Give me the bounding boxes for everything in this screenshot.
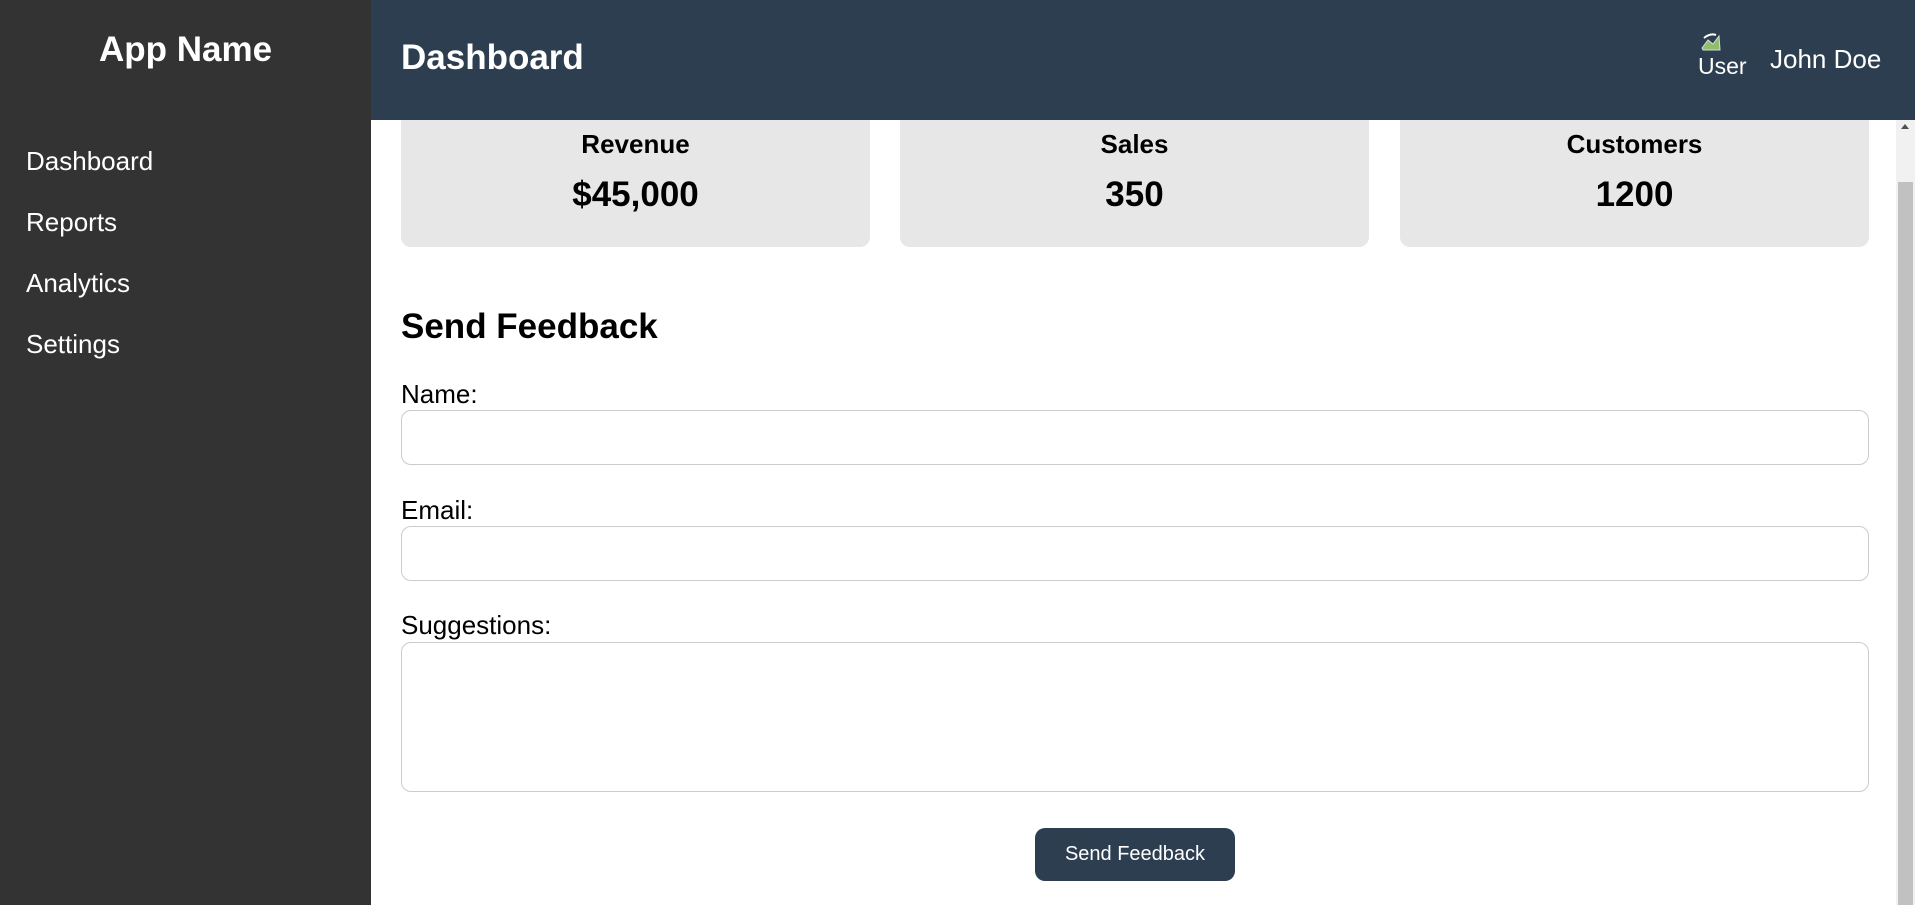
stat-label: Customers — [1566, 129, 1703, 159]
sidebar-item-dashboard[interactable]: Dashboard — [26, 140, 153, 201]
stat-card-customers: Customers 1200 — [1400, 120, 1869, 247]
app-name: App Name — [98, 30, 273, 69]
sidebar-item-reports[interactable]: Reports — [26, 201, 153, 262]
top-header: Dashboard User John Doe — [371, 0, 1915, 120]
sidebar-nav: Dashboard Reports Analytics Settings — [26, 140, 153, 384]
name-label: Name: — [401, 379, 478, 409]
avatar[interactable]: User — [1695, 32, 1751, 84]
sidebar-item-settings[interactable]: Settings — [26, 323, 153, 384]
send-feedback-button[interactable]: Send Feedback — [1035, 828, 1235, 881]
suggestions-label: Suggestions: — [401, 610, 552, 640]
page-title: Dashboard — [401, 38, 584, 77]
user-name[interactable]: John Doe — [1770, 44, 1881, 75]
main-scrollbar[interactable] — [1896, 120, 1915, 905]
stat-value: 350 — [1105, 175, 1164, 214]
stat-card-sales: Sales 350 — [900, 120, 1369, 247]
broken-image-icon — [1701, 33, 1721, 51]
avatar-alt-text: User — [1698, 53, 1747, 79]
main-content: Revenue $45,000 Sales 350 Customers 1200… — [371, 120, 1896, 905]
stat-label: Revenue — [581, 129, 690, 159]
stat-label: Sales — [1100, 129, 1169, 159]
scroll-thumb[interactable] — [1898, 182, 1913, 905]
suggestions-field[interactable] — [401, 642, 1869, 792]
stat-card-revenue: Revenue $45,000 — [401, 120, 870, 247]
sidebar-item-analytics[interactable]: Analytics — [26, 262, 153, 323]
email-field[interactable] — [401, 526, 1869, 581]
scroll-up-arrow-icon[interactable] — [1901, 124, 1909, 129]
name-field[interactable] — [401, 410, 1869, 465]
stat-value: $45,000 — [572, 175, 699, 214]
feedback-title: Send Feedback — [401, 307, 658, 346]
stat-value: 1200 — [1595, 175, 1674, 214]
sidebar: App Name Dashboard Reports Analytics Set… — [0, 0, 371, 905]
email-label: Email: — [401, 495, 474, 525]
stats-cards: Revenue $45,000 Sales 350 Customers 1200 — [401, 120, 1869, 247]
